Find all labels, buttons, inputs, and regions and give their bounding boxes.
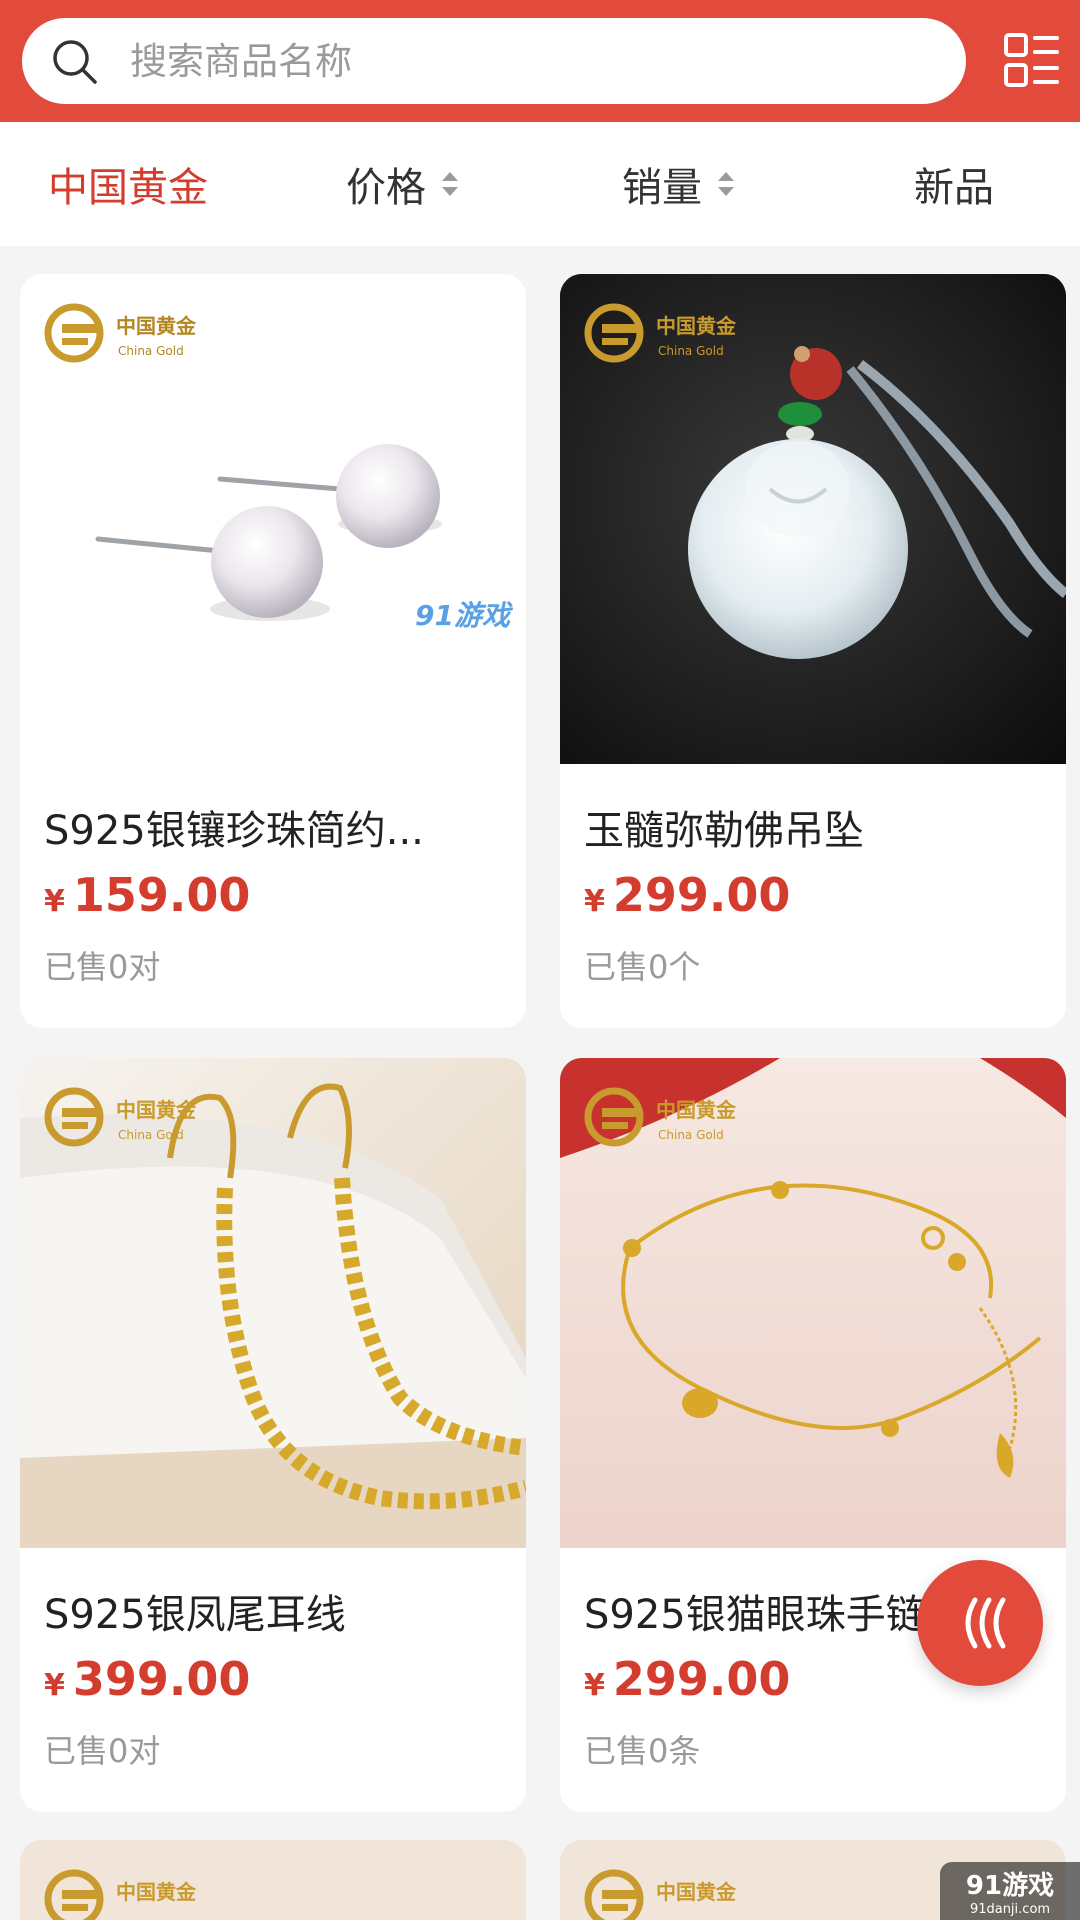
product-card[interactable]: 中国黄金 China Gold 91游戏 S925银镶珍珠简约... ¥ 159… [20,274,526,1028]
currency-symbol: ¥ [584,1668,605,1703]
product-card[interactable]: 中国黄金 China Gold 玉髓弥勒佛吊坠 ¥ 299.00 已售0个 [560,274,1066,1028]
price-amount: 159.00 [72,868,251,922]
swipe-arrows-icon [965,1597,1006,1649]
sold-count: 已售0个 [584,948,701,986]
product-card[interactable]: 中国黄金 China Gold S925银凤尾耳线 ¥ 399.00 已售0对 [20,1058,526,1812]
product-card[interactable]: 中国黄金 [20,1840,526,1920]
price-amount: 299.00 [612,1652,791,1706]
top-header [0,0,1080,122]
sold-count: 已售0条 [584,1732,701,1770]
brand-name-cn: 中国黄金 [656,1098,737,1122]
search-input[interactable] [130,18,930,104]
sold-count: 已售0对 [44,1732,161,1770]
product-price: ¥ 159.00 [44,868,250,922]
sort-arrows-icon [718,172,734,196]
product-title: S925银凤尾耳线 [44,1592,346,1638]
brand-name-cn: 中国黄金 [656,314,737,338]
brand-name-cn: 中国黄金 [116,1098,197,1122]
product-title: 玉髓弥勒佛吊坠 [584,808,864,854]
price-amount: 299.00 [612,868,791,922]
grid-view-icon[interactable] [1003,32,1059,88]
search-icon [53,40,97,84]
search-bar[interactable] [22,18,966,104]
currency-symbol: ¥ [44,1668,65,1703]
sort-arrows-icon [442,172,458,196]
product-price: ¥ 299.00 [584,868,790,922]
filter-price[interactable]: 价格 [346,122,460,246]
product-image: 中国黄金 China Gold [20,1058,526,1548]
brand-name-en: China Gold [118,1128,184,1142]
currency-symbol: ¥ [584,884,605,919]
sold-count: 已售0对 [44,948,161,986]
brand-name-en: China Gold [658,344,724,358]
floating-menu-button[interactable] [917,1560,1043,1686]
filter-label: 销量 [622,165,702,211]
filter-label: 价格 [346,165,426,211]
filter-new[interactable]: 新品 [914,122,994,246]
product-price: ¥ 299.00 [584,1652,790,1706]
china-gold-logo: 中国黄金 China Gold [44,1087,197,1147]
brand-name-cn: 中国黄金 [116,1880,197,1904]
filter-sales[interactable]: 销量 [622,122,736,246]
currency-symbol: ¥ [44,884,65,919]
brand-name-cn: 中国黄金 [656,1880,737,1904]
china-gold-logo: 中国黄金 China Gold [44,303,197,363]
filter-label: 中国黄金 [48,165,208,211]
brand-name-cn: 中国黄金 [116,314,197,338]
product-image: 中国黄金 China Gold [560,1058,1066,1548]
product-image: 中国黄金 China Gold [560,274,1066,764]
china-gold-logo: 中国黄金 [584,1869,737,1920]
watermark-logo: 91游戏 [415,599,510,632]
brand-name-en: China Gold [658,1128,724,1142]
product-card[interactable]: 中国黄金 China Gold S925银猫眼珠手链 ¥ 299.00 已售0条 [560,1058,1066,1812]
product-price: ¥ 399.00 [44,1652,250,1706]
china-gold-logo: 中国黄金 [44,1869,197,1920]
watermark-badge: 91游戏 91danji.com [940,1862,1080,1920]
filter-label: 新品 [914,165,994,211]
product-title: S925银镶珍珠简约... [44,808,424,854]
filter-brand[interactable]: 中国黄金 [48,122,208,246]
china-gold-logo: 中国黄金 China Gold [584,303,737,363]
product-image: 中国黄金 China Gold 91游戏 [20,274,526,764]
watermark-text: 91游戏 [965,1871,1055,1901]
china-gold-logo: 中国黄金 China Gold [584,1087,737,1147]
watermark-url: 91danji.com [969,1902,1051,1917]
filter-bar: 中国黄金 价格 销量 新品 [0,122,1080,246]
price-amount: 399.00 [72,1652,251,1706]
brand-name-en: China Gold [118,344,184,358]
